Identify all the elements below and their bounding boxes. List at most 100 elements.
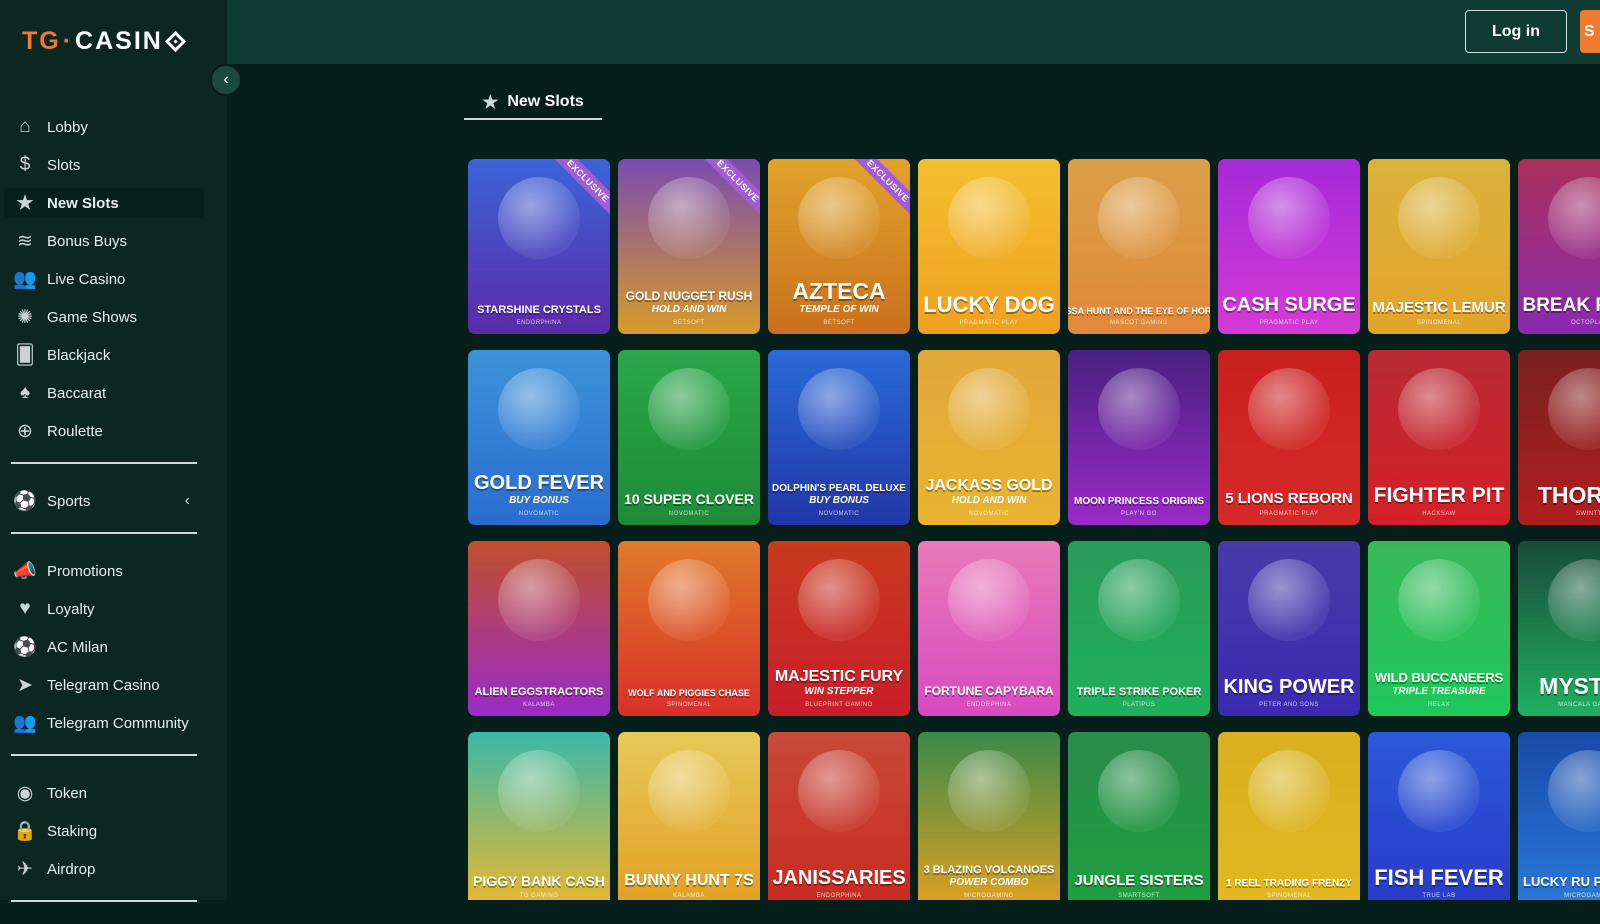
sidebar-item-slots[interactable]: $ Slots — [4, 150, 204, 180]
game-tile[interactable]: KING POWER PETER AND SONS — [1218, 541, 1360, 716]
game-tile[interactable]: EXCLUSIVE STARSHINE CRYSTALS ENDORPHINA — [468, 159, 610, 334]
game-title: LUCKY DOG — [923, 292, 1055, 317]
sidebar-item-label: Telegram Casino — [47, 676, 160, 694]
spade-icon: ♠ — [19, 382, 31, 403]
sidebar-item-new-slots[interactable]: ★ New Slots — [4, 188, 204, 218]
cards-icon: 🂠 — [15, 344, 35, 366]
game-tile[interactable]: MOON PRINCESS ORIGINS PLAY'N GO — [1068, 350, 1210, 525]
game-title: BREAK PIGGY — [1522, 295, 1600, 316]
game-artwork — [648, 750, 730, 832]
game-tile[interactable]: EXCLUSIVE GOLD NUGGET RUSH HOLD AND WIN BET… — [618, 159, 760, 334]
sidebar-item-telegram-casino[interactable]: ➤ Telegram Casino — [4, 670, 204, 700]
game-tile[interactable]: 3 BLAZING VOLCANOES POWER COMBO MICROGAMIN… — [918, 732, 1060, 900]
game-artwork — [1248, 177, 1330, 259]
game-artwork — [1248, 368, 1330, 450]
sidebar-item-bonus-buys[interactable]: ≋ Bonus Buys — [4, 226, 204, 256]
game-provider: TG GAMING — [519, 893, 559, 899]
game-subtitle: BUY BONUS — [509, 495, 569, 506]
game-tile[interactable]: ALIEN EGGSTRACTORS KALAMBA — [468, 541, 610, 716]
login-button[interactable]: Log in — [1465, 10, 1567, 53]
game-tile[interactable]: WOLF AND PIGGIES CHASE SPINOMENAL — [618, 541, 760, 716]
game-tile[interactable]: LUCKY DOG PRAGMATIC PLAY — [918, 159, 1060, 334]
game-tile[interactable]: JUNGLE SISTERS SMARTSOFT — [1068, 732, 1210, 900]
game-tile[interactable]: FIGHTER PIT HACKSAW — [1368, 350, 1510, 525]
game-artwork — [1398, 750, 1480, 832]
sidebar-divider — [11, 900, 197, 902]
game-tile[interactable]: TESSA HUNT AND THE EYE OF HORUS MASCOT GA… — [1068, 159, 1210, 334]
game-title: CASH SURGE — [1222, 294, 1356, 316]
game-artwork — [1548, 368, 1600, 450]
logo-dot: · — [62, 27, 74, 55]
game-tile[interactable]: 10 SUPER CLOVER NOVOMATIC — [618, 350, 760, 525]
sidebar-item-blackjack[interactable]: 🂠 Blackjack — [4, 340, 204, 370]
sidebar-item-loyalty[interactable]: ♥ Loyalty — [4, 594, 204, 624]
game-tile[interactable]: MAJESTIC LEMUR SPINOMENAL — [1368, 159, 1510, 334]
sidebar-item-label: Slots — [47, 156, 81, 174]
game-provider: MANCALA GAMING — [1558, 702, 1600, 708]
game-artwork — [1398, 559, 1480, 641]
game-artwork — [948, 750, 1030, 832]
sidebar-item-ac-milan[interactable]: ⚽ AC Milan — [4, 632, 204, 662]
sidebar-item-lobby[interactable]: ⌂ Lobby — [4, 112, 204, 142]
sidebar-item-game-shows[interactable]: ✺ Game Shows — [4, 302, 204, 332]
chevron-left-icon[interactable]: ‹ — [185, 492, 190, 510]
signup-button[interactable]: S — [1580, 10, 1600, 53]
sidebar-item-token[interactable]: ◉ Token — [4, 778, 204, 808]
telegram-icon: ➤ — [17, 674, 33, 696]
game-provider: BETSOFT — [673, 320, 705, 326]
game-provider: KALAMBA — [673, 893, 705, 899]
game-tile[interactable]: 1 REEL TRADING FRENZY SPINOMENAL — [1218, 732, 1360, 900]
game-title: 5 LIONS REBORN — [1225, 490, 1353, 507]
game-provider: SMARTSOFT — [1118, 893, 1160, 899]
game-title: WILD BUCCANEERS — [1374, 670, 1504, 685]
game-tile[interactable]: BUNNY HUNT 7S KALAMBA — [618, 732, 760, 900]
game-tile[interactable]: DOLPHIN'S PEARL DELUXE BUY BONUS NOVOMATIC — [768, 350, 910, 525]
game-tile[interactable]: CASH SURGE PRAGMATIC PLAY — [1218, 159, 1360, 334]
game-title: STARSHINE CRYSTALS — [477, 304, 601, 316]
game-tile[interactable]: JANISSARIES ENDORPHINA — [768, 732, 910, 900]
sidebar-item-live-casino[interactable]: 👥 Live Casino — [4, 264, 204, 294]
tab-new-slots[interactable]: ★ New Slots — [464, 86, 602, 120]
game-provider: MICROGAMING — [964, 893, 1014, 899]
game-tile[interactable]: MAJESTIC FURY WIN STEPPER BLUEPRINT GAMING — [768, 541, 910, 716]
game-tile[interactable]: GOLD FEVER BUY BONUS NOVOMATIC — [468, 350, 610, 525]
game-tile[interactable]: EXCLUSIVE AZTECA TEMPLE OF WIN BETSOFT — [768, 159, 910, 334]
game-tile[interactable]: MYSTIC I MANCALA GAMING — [1518, 541, 1600, 716]
sidebar-item-baccarat[interactable]: ♠ Baccarat — [4, 378, 204, 408]
game-provider: PRAGMATIC PLAY — [1259, 511, 1319, 517]
game-provider: OCTOPLAY — [1570, 320, 1600, 326]
game-tile[interactable]: TRIPLE STRIKE POKER PLATIPUS — [1068, 541, 1210, 716]
game-artwork — [798, 750, 880, 832]
game-title: LUCKY RU POWER S — [1523, 874, 1600, 889]
game-tile[interactable]: JACKASS GOLD HOLD AND WIN NOVOMATIC — [918, 350, 1060, 525]
game-provider: PLAY'N GO — [1121, 511, 1157, 517]
game-tile[interactable]: THOR VS SWINTT — [1518, 350, 1600, 525]
game-tile[interactable]: PIGGY BANK CASH TG GAMING — [468, 732, 610, 900]
game-subtitle: HOLD AND WIN — [651, 304, 727, 315]
sidebar-item-staking[interactable]: 🔒 Staking — [4, 816, 204, 846]
sidebar-item-promotions[interactable]: 📣 Promotions — [4, 556, 204, 586]
game-artwork — [1398, 368, 1480, 450]
sidebar-item-sports[interactable]: ⚽ Sports ‹ — [4, 486, 204, 516]
game-artwork — [798, 368, 880, 450]
sidebar-item-airdrop[interactable]: ✈ Airdrop — [4, 854, 204, 884]
game-title: WOLF AND PIGGIES CHASE — [628, 688, 750, 698]
game-artwork — [798, 177, 880, 259]
game-tile[interactable]: LUCKY RU POWER S MICROGAMING — [1518, 732, 1600, 900]
game-tile[interactable]: FISH FEVER TRUE LAB — [1368, 732, 1510, 900]
tg-casino-logo[interactable]: TG · CASIN — [22, 27, 186, 56]
game-artwork — [648, 177, 730, 259]
game-title: DOLPHIN'S PEARL DELUXE — [772, 483, 906, 494]
roulette-icon: ⊕ — [17, 420, 33, 442]
lock-icon: 🔒 — [13, 821, 37, 842]
sidebar-item-roulette[interactable]: ⊕ Roulette — [4, 416, 204, 446]
collapse-sidebar-button[interactable]: ‹ — [210, 64, 242, 96]
sidebar-item-label: Roulette — [47, 422, 103, 440]
game-tile[interactable]: BREAK PIGGY OCTOPLAY — [1518, 159, 1600, 334]
game-artwork — [1098, 750, 1180, 832]
sidebar-item-telegram-community[interactable]: 👥 Telegram Community — [4, 708, 204, 738]
game-tile[interactable]: 5 LIONS REBORN PRAGMATIC PLAY — [1218, 350, 1360, 525]
game-tile[interactable]: WILD BUCCANEERS TRIPLE TREASURE RELAX — [1368, 541, 1510, 716]
game-tile[interactable]: FORTUNE CAPYBARA ENDORPHINA — [918, 541, 1060, 716]
game-title: JUNGLE SISTERS — [1074, 872, 1204, 889]
